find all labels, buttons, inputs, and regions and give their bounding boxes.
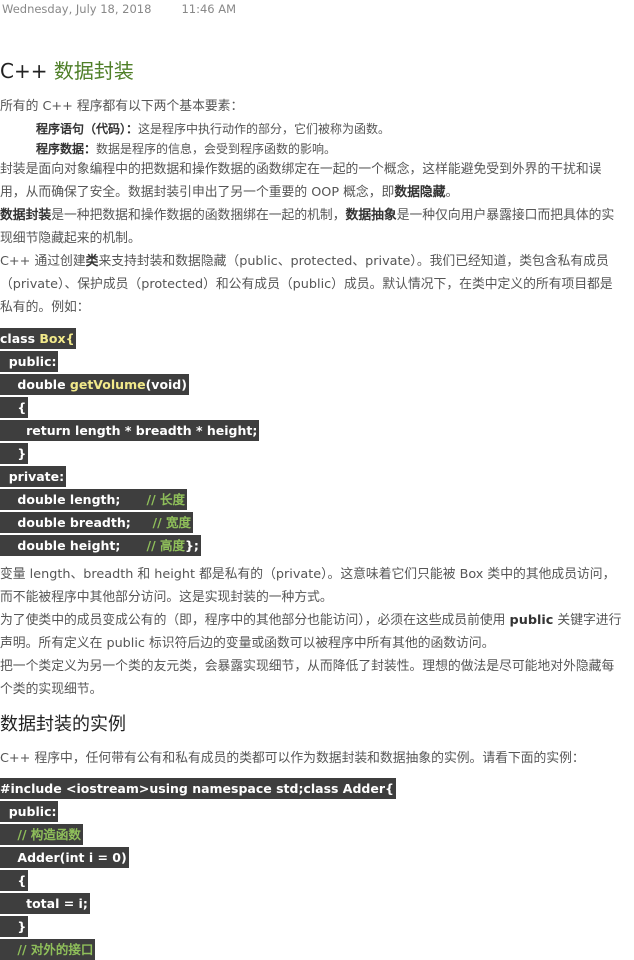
intro-text: 所有的 C++ 程序都有以下两个基本要素： xyxy=(0,99,244,114)
para-text: 封装是面向对象编程中的把数据和操作数据的函数绑定在一起的一个概念，这样能避免受到… xyxy=(0,162,602,200)
item-term: 程序数据： xyxy=(36,142,97,156)
note-timestamp: Wednesday, July 18, 2018 11:46 AM xyxy=(2,2,236,16)
para-bold: public xyxy=(509,613,554,628)
page-title: C++ 数据封装 xyxy=(0,55,134,84)
code-line: return length * breadth * height; xyxy=(0,420,260,441)
code-decl: double length; xyxy=(0,492,147,507)
code-line: private: xyxy=(0,466,67,487)
code-punct: }; xyxy=(184,538,199,553)
code-line: public: xyxy=(0,351,59,372)
code-keyword: class xyxy=(0,331,40,346)
para-text: 为了使类中的成员变成公有的（即，程序中的其他部分也能访问），必须在这些成员前使用 xyxy=(0,613,510,628)
para-bold: 数据封装 xyxy=(0,208,52,223)
paragraph-example: C++ 程序中，任何带有公有和私有成员的类都可以作为数据封装和数据抽象的实例。请… xyxy=(0,751,585,766)
code-line: { xyxy=(0,397,29,418)
title-accent: 数据封装 xyxy=(53,59,134,83)
code-line: } xyxy=(0,916,29,937)
code-keyword: double xyxy=(0,377,70,392)
code-line: double breadth; // 宽度 xyxy=(0,512,193,533)
para-text: C++ 通过创建 xyxy=(0,254,86,269)
code-line: class Box{ xyxy=(0,328,77,349)
para-bold: 数据隐藏 xyxy=(394,185,446,200)
code-line: public: xyxy=(0,801,59,822)
paragraph-private: 变量 length、breadth 和 height 都是私有的（private… xyxy=(0,567,616,605)
code-line: // 构造函数 xyxy=(0,824,83,845)
code-decl: double breadth; xyxy=(0,515,153,530)
item-term: 程序语句（代码）： xyxy=(36,122,139,136)
para-bold: 类 xyxy=(85,254,99,269)
code-function: getVolume xyxy=(69,377,146,392)
item-desc: 这是程序中执行动作的部分，它们被称为函数。 xyxy=(138,122,391,136)
code-line: { xyxy=(0,870,29,891)
para-bold: 数据抽象 xyxy=(345,208,397,223)
para-text: 是一种把数据和操作数据的函数捆绑在一起的机制， xyxy=(51,208,346,223)
para-text: 。 xyxy=(445,185,459,200)
code-comment: // 宽度 xyxy=(152,515,191,530)
code-line: Adder(int i = 0) xyxy=(0,847,129,868)
code-line: double height; // 高度}; xyxy=(0,535,201,556)
code-line: } xyxy=(0,443,29,464)
code-comment: // 高度 xyxy=(146,538,185,553)
note-time: 11:46 AM xyxy=(181,2,237,16)
item-desc: 数据是程序的信息，会受到程序函数的影响。 xyxy=(96,142,337,156)
paragraph-classes: C++ 通过创建类来支持封装和数据隐藏（public、protected、pri… xyxy=(0,250,624,319)
code-line: double getVolume(void) xyxy=(0,374,189,395)
section-heading: 数据封装的实例 xyxy=(0,714,126,735)
paragraph-public: 为了使类中的成员变成公有的（即，程序中的其他部分也能访问），必须在这些成员前使用… xyxy=(0,609,624,655)
code-line: double length; // 长度 xyxy=(0,489,187,510)
title-prefix: C++ xyxy=(0,59,54,83)
code-type: Box xyxy=(39,331,66,346)
code-punct: { xyxy=(65,331,75,346)
paragraph-encapsulation: 封装是面向对象编程中的把数据和操作数据的函数绑定在一起的一个概念，这样能避免受到… xyxy=(0,158,624,204)
note-date: Wednesday, July 18, 2018 xyxy=(2,2,152,16)
code-decl: double height; xyxy=(0,538,147,553)
code-params: (void) xyxy=(145,377,187,392)
code-line: total = i; xyxy=(0,893,90,914)
code-comment: // 长度 xyxy=(146,492,185,507)
code-line: #include <iostream>using namespace std;c… xyxy=(0,778,396,799)
paragraph-abstraction: 数据封装是一种把数据和操作数据的函数捆绑在一起的机制，数据抽象是一种仅向用户暴露… xyxy=(0,204,624,250)
paragraph-friend: 把一个类定义为另一个类的友元类，会暴露实现细节，从而降低了封装性。理想的做法是尽… xyxy=(0,659,615,697)
code-line: // 对外的接口 xyxy=(0,939,96,960)
